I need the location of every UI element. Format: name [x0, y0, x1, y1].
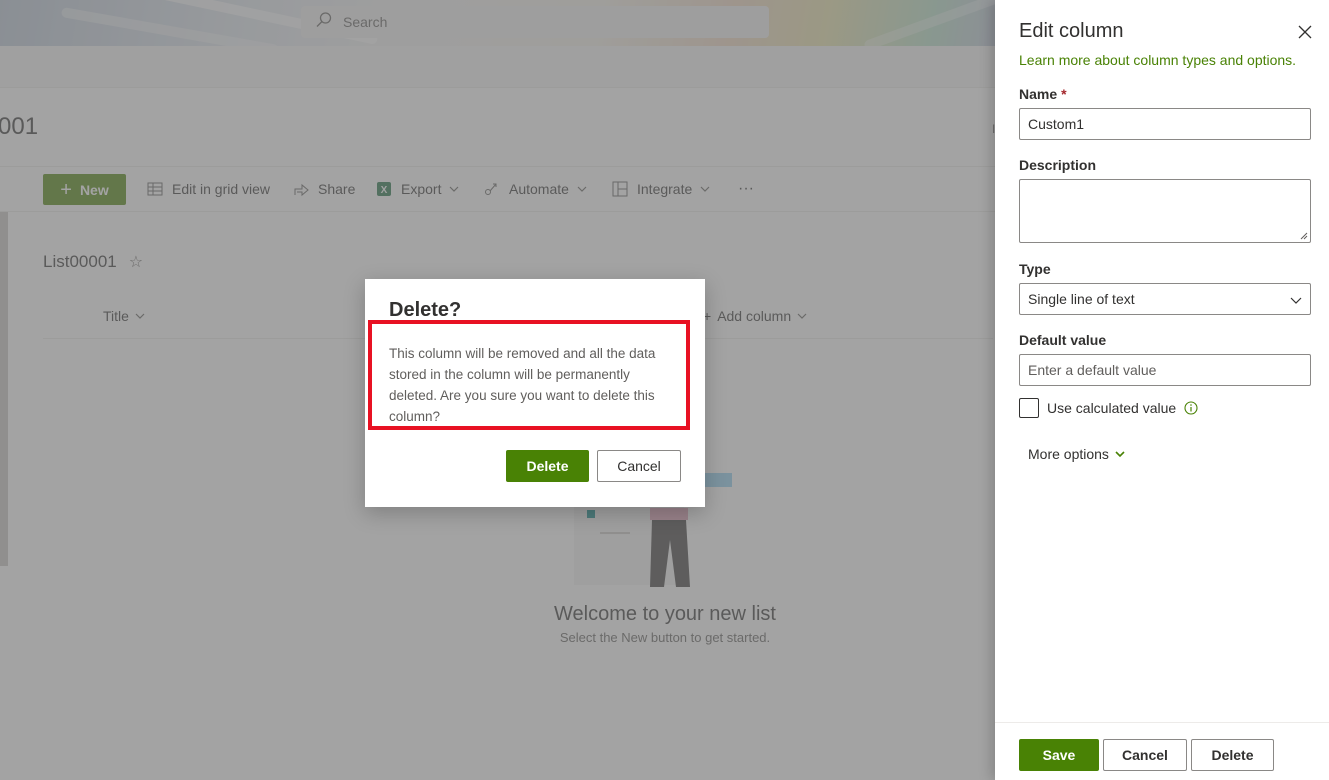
close-icon[interactable] — [1295, 22, 1315, 42]
learn-more-link[interactable]: Learn more about column types and option… — [1019, 52, 1296, 68]
confirm-delete-button[interactable]: Delete — [506, 450, 589, 482]
required-marker: * — [1061, 86, 1067, 102]
delete-confirmation-dialog: Delete? This column will be removed and … — [365, 279, 705, 507]
default-value-placeholder: Enter a default value — [1028, 362, 1157, 378]
chevron-down-icon — [1115, 446, 1125, 462]
more-options-toggle[interactable]: More options — [1028, 446, 1125, 462]
type-dropdown[interactable]: Single line of text — [1019, 283, 1311, 315]
delete-column-button[interactable]: Delete — [1191, 739, 1274, 771]
edit-column-panel: Edit column Learn more about column type… — [995, 0, 1329, 780]
dialog-title: Delete? — [389, 299, 462, 321]
info-icon[interactable] — [1184, 401, 1198, 415]
use-calculated-value-label: Use calculated value — [1047, 400, 1177, 416]
resize-handle-icon[interactable] — [1300, 232, 1308, 240]
name-label-text: Name — [1019, 86, 1058, 102]
default-value-label: Default value — [1019, 332, 1107, 348]
use-calculated-value-row: Use calculated value — [1019, 398, 1198, 418]
description-label: Description — [1019, 157, 1097, 173]
save-button[interactable]: Save — [1019, 739, 1099, 771]
annotation-highlight-box — [368, 320, 690, 430]
name-field-value: Custom1 — [1028, 116, 1085, 132]
use-calculated-value-checkbox[interactable] — [1019, 398, 1039, 418]
chevron-down-icon — [1290, 293, 1302, 309]
default-value-input[interactable]: Enter a default value — [1019, 354, 1311, 386]
description-field[interactable] — [1019, 179, 1311, 243]
more-options-label: More options — [1028, 446, 1109, 462]
dialog-cancel-button[interactable]: Cancel — [597, 450, 681, 482]
name-field[interactable]: Custom1 — [1019, 108, 1311, 140]
type-label: Type — [1019, 261, 1051, 277]
cancel-button[interactable]: Cancel — [1103, 739, 1187, 771]
panel-title: Edit column — [1019, 20, 1124, 42]
type-dropdown-value: Single line of text — [1028, 291, 1135, 307]
name-label: Name * — [1019, 86, 1067, 102]
